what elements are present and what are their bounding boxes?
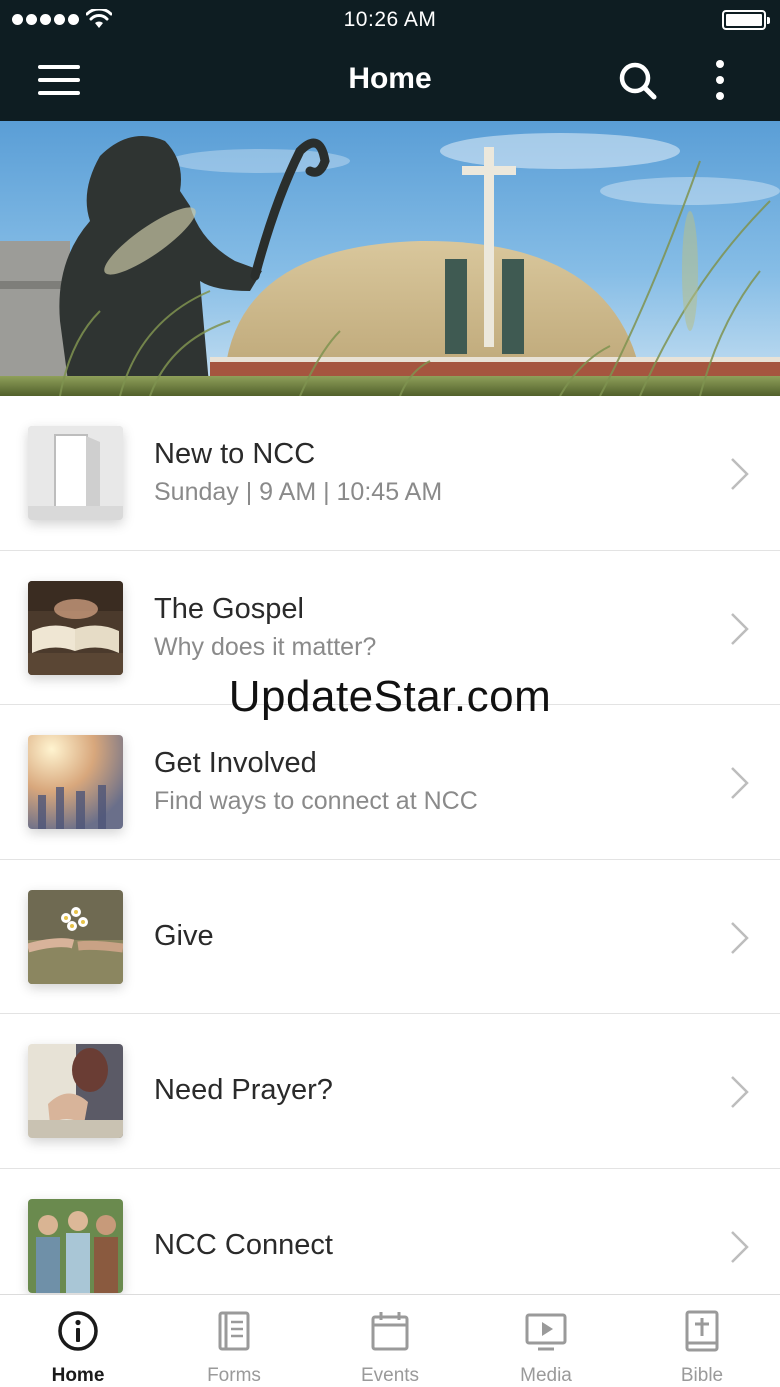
crowd-thumbnail [28,735,123,829]
list-item-subtitle: Find ways to connect at NCC [154,787,478,815]
tab-media[interactable]: Media [468,1295,624,1387]
tab-label: Events [360,1365,420,1386]
forms-icon [218,1311,250,1351]
tab-label: Forms [207,1365,261,1386]
tab-home[interactable]: Home [0,1295,156,1387]
chevron-right-icon [731,1076,749,1108]
home-menu-list: New to NCC Sunday | 9 AM | 10:45 AM The … [0,396,780,1323]
chevron-right-icon [731,458,749,490]
tab-label: Media [520,1365,572,1386]
media-play-icon [525,1313,567,1351]
watermark-text: UpdateStar.com [228,672,552,721]
list-item-title: NCC Connect [154,1228,333,1261]
status-bar: 10:26 AM [0,0,780,40]
chevron-right-icon [731,1230,749,1263]
list-item-title: Need Prayer? [154,1074,333,1106]
tab-bible[interactable]: Bible [624,1295,780,1387]
list-item-title: Give [154,919,214,952]
praying-hands-thumbnail [28,1044,123,1138]
info-circle-icon [58,1311,98,1351]
chevron-right-icon [731,767,749,799]
list-item-subtitle: Sunday | 9 AM | 10:45 AM [154,478,443,506]
tab-events[interactable]: Events [312,1295,468,1387]
list-item-title: Get Involved [154,747,317,779]
page-title: Home [348,62,432,95]
open-bible-thumbnail [28,580,123,675]
chevron-right-icon [731,612,749,645]
friends-group-thumbnail [28,1198,123,1293]
battery-icon [722,10,770,30]
list-item-give[interactable]: Give [0,859,780,1014]
bottom-tab-bar: Home Forms Events Media Bible [0,1294,780,1387]
list-item-need-prayer[interactable]: Need Prayer? [0,1014,780,1169]
chevron-right-icon [731,921,749,954]
list-item-new-to-ncc[interactable]: New to NCC Sunday | 9 AM | 10:45 AM [0,396,780,551]
list-item-title: The Gospel [154,592,304,625]
list-item-subtitle: Why does it matter? [154,632,377,661]
search-icon[interactable] [614,58,662,102]
tab-label: Home [51,1365,105,1386]
nav-bar: Home [0,40,780,121]
flowers-thumbnail [28,889,123,984]
tab-label: Bible [680,1365,724,1386]
calendar-icon [371,1312,409,1351]
open-door-thumbnail [28,426,123,520]
hero-banner-image [0,121,780,396]
status-time: 10:26 AM [343,8,437,31]
more-options-icon[interactable] [700,56,740,104]
list-item-title: New to NCC [154,438,316,470]
bible-icon [685,1310,719,1352]
list-item-get-involved[interactable]: Get Involved Find ways to connect at NCC [0,705,780,860]
tab-forms[interactable]: Forms [156,1295,312,1387]
